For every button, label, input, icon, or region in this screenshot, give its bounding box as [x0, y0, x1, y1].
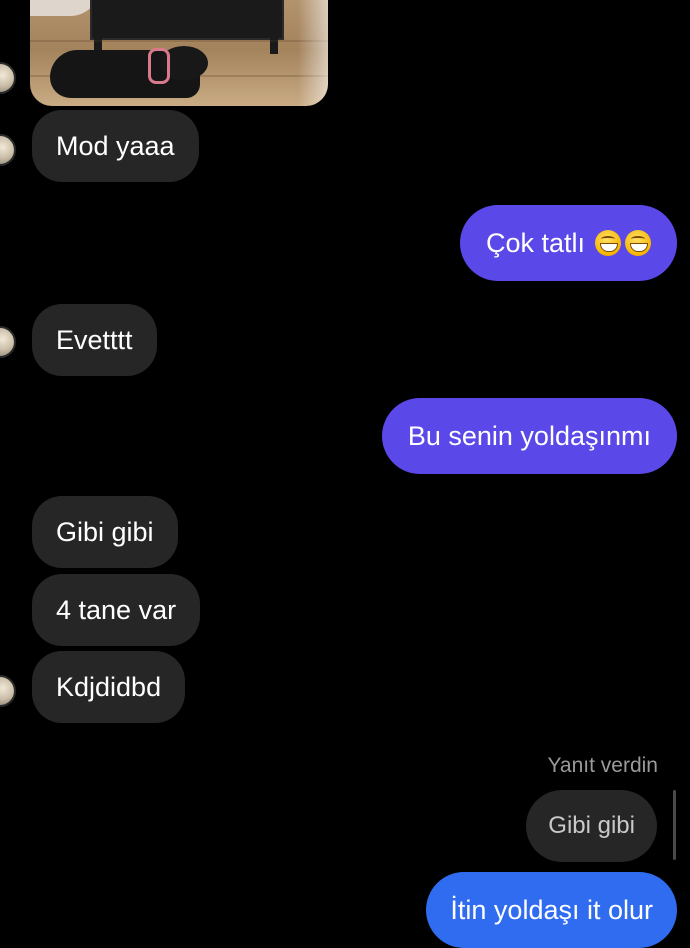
sender-avatar[interactable] — [0, 134, 16, 166]
grinning-face-emoji-icon — [625, 230, 651, 256]
incoming-message[interactable]: Gibi gibi — [32, 496, 178, 568]
photo-window-light — [298, 0, 328, 106]
photo-table — [90, 0, 284, 40]
reply-label: Yanıt verdin — [547, 754, 658, 777]
message-text: Çok tatlı — [485, 227, 585, 258]
incoming-message[interactable]: Evetttt — [32, 304, 157, 376]
quoted-message[interactable]: Gibi gibi — [526, 790, 657, 862]
shared-photo[interactable] — [30, 0, 328, 106]
incoming-message[interactable]: Kdjdidbd — [32, 651, 186, 723]
outgoing-message[interactable]: Çok tatlı — [459, 205, 677, 281]
incoming-message[interactable]: 4 tane var — [32, 574, 201, 646]
outgoing-message[interactable]: İtin yoldaşı it olur — [426, 872, 677, 948]
outgoing-message[interactable]: Bu senin yoldaşınmı — [381, 398, 677, 474]
photo-table-leg — [270, 18, 278, 54]
message-text: 4 tane var — [56, 594, 177, 625]
sender-avatar[interactable] — [0, 62, 16, 94]
message-text: Bu senin yoldaşınmı — [407, 420, 651, 451]
message-text: Mod yaaa — [56, 130, 175, 161]
photo-floor-line — [30, 40, 328, 42]
message-text: Kdjdidbd — [56, 671, 162, 702]
quoted-text: Gibi gibi — [548, 812, 635, 839]
message-text: İtin yoldaşı it olur — [450, 894, 653, 925]
message-thread: Mod yaaa Çok tatlı Evetttt Bu senin yold… — [0, 0, 690, 948]
incoming-message[interactable]: Mod yaaa — [32, 110, 199, 182]
sender-avatar[interactable] — [0, 675, 16, 707]
message-text: Gibi gibi — [56, 516, 154, 547]
photo-dog-harness — [148, 48, 170, 84]
photo-table-leg — [94, 18, 102, 54]
grinning-face-emoji-icon — [595, 230, 621, 256]
sender-avatar[interactable] — [0, 326, 16, 358]
message-text: Evetttt — [56, 324, 133, 355]
reply-indicator-bar — [673, 790, 676, 860]
